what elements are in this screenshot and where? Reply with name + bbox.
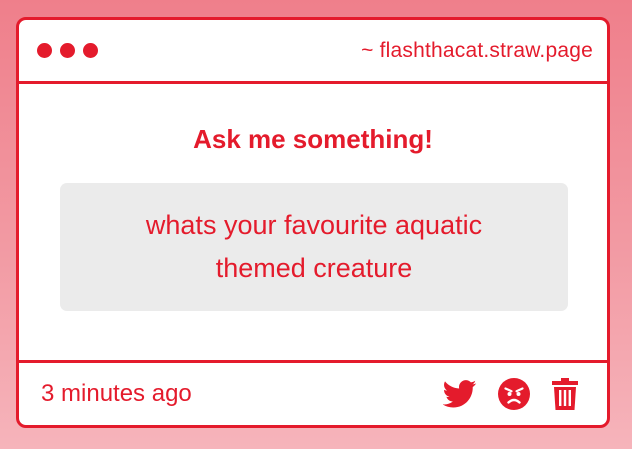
question-card: ~ flashthacat.straw.page Ask me somethin… xyxy=(16,17,610,428)
timestamp: 3 minutes ago xyxy=(41,380,192,407)
question-text: whats your favourite aquatic themed crea… xyxy=(145,210,483,283)
trash-icon[interactable] xyxy=(551,377,579,411)
question-box: whats your favourite aquatic themed crea… xyxy=(60,183,568,311)
action-bar xyxy=(443,377,579,411)
site-label[interactable]: ~ flashthacat.straw.page xyxy=(361,39,593,63)
window-dot-icon xyxy=(37,43,52,58)
window-dot-icon xyxy=(83,43,98,58)
card-footer: 3 minutes ago xyxy=(19,360,607,425)
window-titlebar: ~ flashthacat.straw.page xyxy=(19,20,607,84)
angry-face-icon[interactable] xyxy=(497,377,531,411)
twitter-icon[interactable] xyxy=(443,380,477,408)
window-controls xyxy=(37,43,98,58)
window-dot-icon xyxy=(60,43,75,58)
question-content: Ask me something! whats your favourite a… xyxy=(19,84,607,360)
page-title: Ask me something! xyxy=(193,124,433,154)
